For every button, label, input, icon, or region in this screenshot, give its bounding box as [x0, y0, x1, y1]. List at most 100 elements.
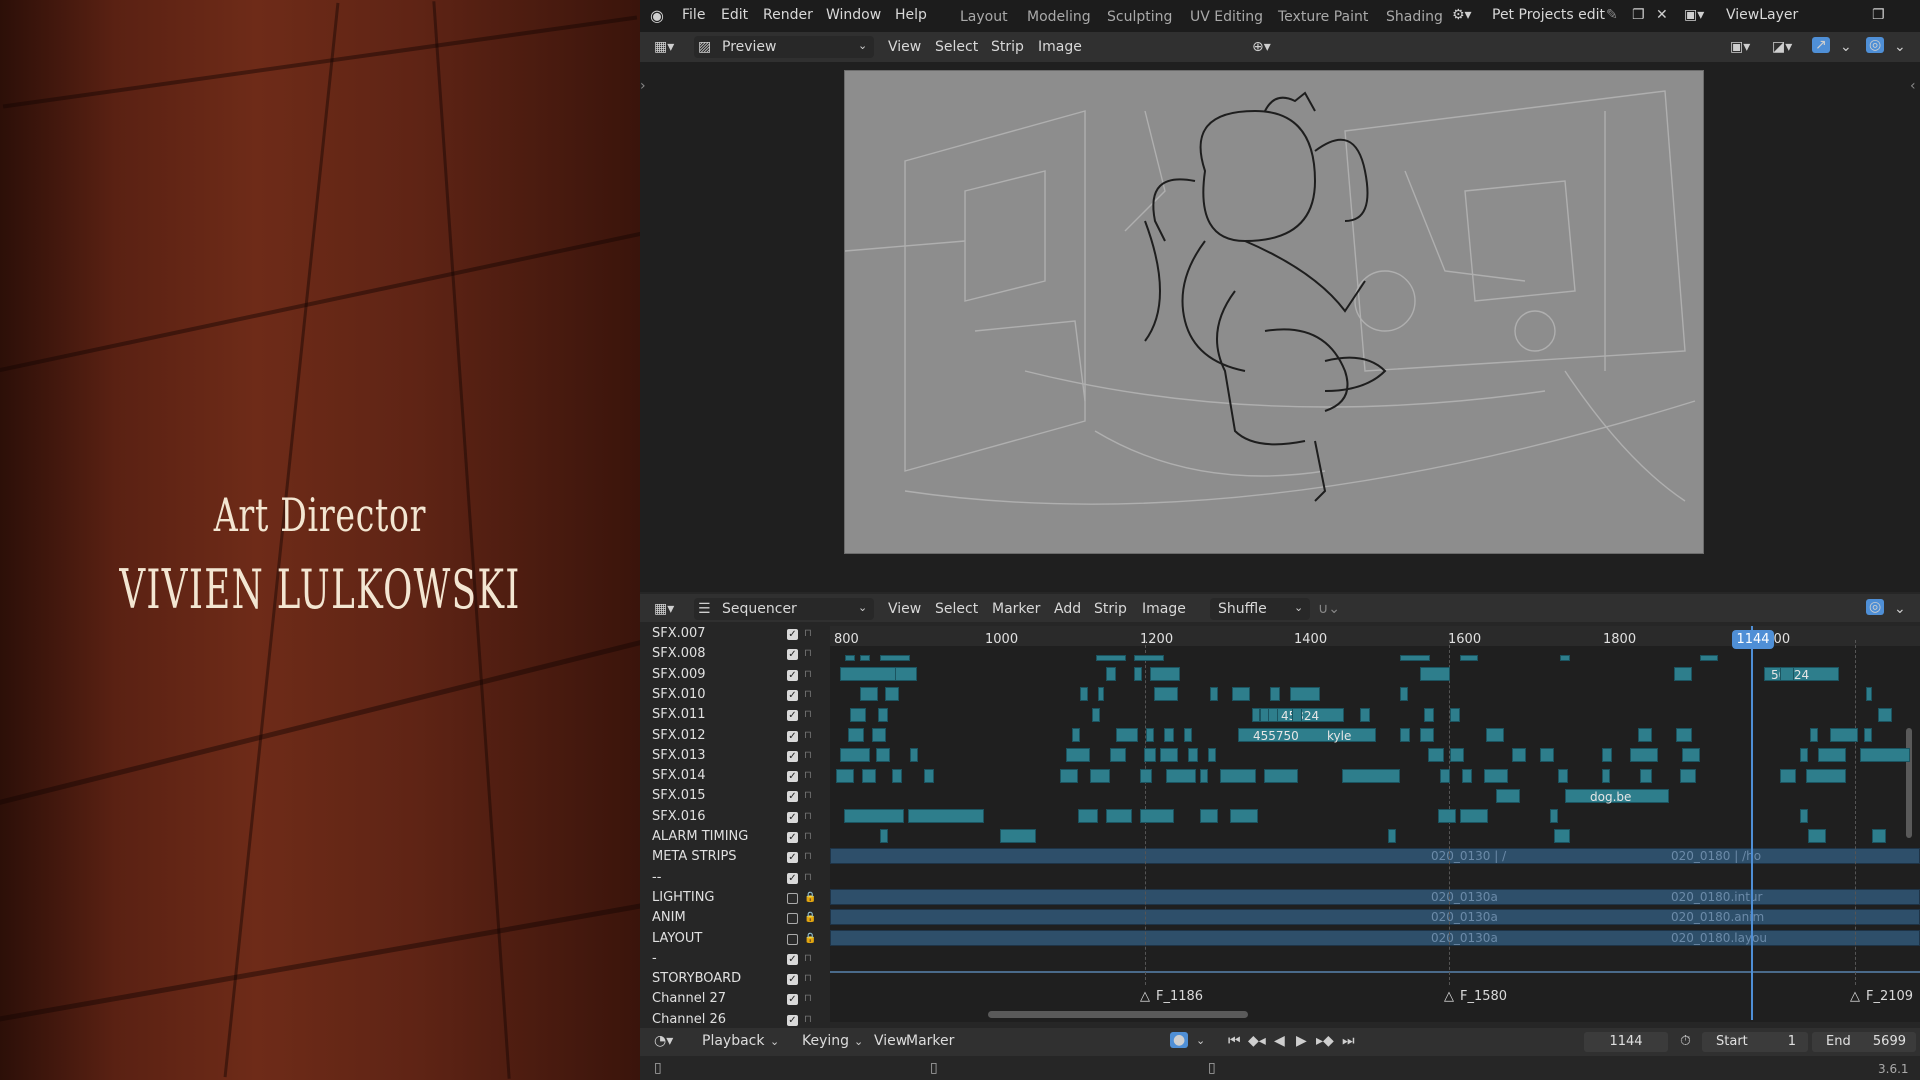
tab-texture-paint[interactable]: Texture Paint: [1278, 9, 1368, 25]
channel-mute-checkbox[interactable]: ✓: [787, 811, 798, 823]
chevron-left-icon[interactable]: ‹: [1910, 78, 1916, 94]
strip[interactable]: [1700, 655, 1718, 661]
preview-menu-image[interactable]: Image: [1038, 39, 1082, 55]
current-frame-field[interactable]: 1144: [1584, 1032, 1668, 1052]
channel-name[interactable]: --: [652, 870, 661, 885]
channel-mute-checkbox[interactable]: ✓: [787, 1014, 798, 1026]
strip[interactable]: [1486, 727, 1504, 742]
strip[interactable]: [1440, 768, 1450, 783]
anim-strip-row[interactable]: 020_0130a 020_0180.anim: [830, 909, 1920, 925]
strip[interactable]: [1460, 809, 1488, 824]
strip[interactable]: [844, 809, 904, 824]
strip[interactable]: [1080, 687, 1088, 702]
strip[interactable]: [840, 667, 900, 681]
timeline[interactable]: [830, 626, 1920, 1022]
strip[interactable]: [1800, 748, 1808, 763]
view-layer-name[interactable]: ViewLayer: [1726, 7, 1798, 23]
channel-name[interactable]: SFX.016: [652, 809, 706, 824]
unlock-icon[interactable]: ⊓: [804, 669, 814, 680]
marker-icon[interactable]: △: [1444, 989, 1454, 1004]
strip[interactable]: [1872, 829, 1886, 844]
strip[interactable]: [924, 768, 934, 783]
strip[interactable]: [1066, 748, 1090, 763]
strip[interactable]: [1680, 768, 1696, 783]
meta-strip-row[interactable]: 020_0130 | / 020_0180 | /ho: [830, 848, 1920, 864]
channel-name[interactable]: SFX.011: [652, 707, 706, 722]
channel-mute-checkbox[interactable]: ✓: [787, 649, 798, 661]
strip[interactable]: [1134, 667, 1142, 681]
strip[interactable]: [860, 687, 878, 702]
channel-name[interactable]: ANIM: [652, 910, 686, 925]
channel-name[interactable]: Channel 27: [652, 991, 726, 1006]
marker-label[interactable]: F_2109: [1866, 989, 1913, 1004]
unlock-icon[interactable]: ⊓: [804, 811, 814, 822]
strip[interactable]: [1860, 748, 1910, 763]
unlock-icon[interactable]: ⊓: [804, 790, 814, 801]
preview-menu-strip[interactable]: Strip: [991, 39, 1024, 55]
tab-uv-editing[interactable]: UV Editing: [1190, 9, 1263, 25]
channel-name[interactable]: LAYOUT: [652, 931, 702, 946]
end-frame-field[interactable]: End 5699: [1812, 1032, 1916, 1052]
display-channel-icon[interactable]: ▣▾: [1730, 39, 1750, 55]
strip[interactable]: [1400, 687, 1408, 702]
strip[interactable]: [1092, 707, 1100, 722]
strip[interactable]: [1450, 748, 1464, 763]
strip[interactable]: [1512, 748, 1526, 763]
strip[interactable]: [836, 768, 854, 783]
strip[interactable]: [1360, 707, 1370, 722]
strip[interactable]: [1878, 707, 1892, 722]
strip[interactable]: [880, 655, 910, 661]
tab-layout[interactable]: Layout: [960, 9, 1008, 25]
strip[interactable]: [1342, 768, 1400, 783]
preview-image[interactable]: [844, 70, 1704, 554]
strip[interactable]: [1098, 687, 1104, 702]
unlock-icon[interactable]: ⊓: [804, 973, 814, 984]
channel-mute-checkbox[interactable]: ✓: [787, 750, 798, 762]
strip[interactable]: [1400, 655, 1430, 661]
channel-mute-checkbox[interactable]: ✓: [787, 669, 798, 681]
snap-icon[interactable]: ∪⌄: [1318, 601, 1340, 617]
strip[interactable]: [1230, 809, 1258, 824]
strip[interactable]: [1808, 829, 1826, 844]
strip[interactable]: [848, 727, 864, 742]
strip[interactable]: [1116, 727, 1138, 742]
scene-name[interactable]: Pet Projects edit: [1492, 7, 1605, 23]
pin-icon[interactable]: ✎: [1606, 7, 1618, 23]
strip[interactable]: [1140, 809, 1174, 824]
strip[interactable]: [1438, 809, 1456, 824]
playhead-line[interactable]: [1751, 626, 1753, 1020]
strip[interactable]: [1450, 707, 1460, 722]
strip[interactable]: [1292, 707, 1302, 722]
strip[interactable]: [1602, 768, 1610, 783]
strip[interactable]: [1264, 768, 1298, 783]
strip[interactable]: 50024: [1764, 667, 1839, 682]
unlock-icon[interactable]: ⊓: [804, 831, 814, 842]
unlock-icon[interactable]: ⊓: [804, 628, 814, 639]
strip[interactable]: [1106, 809, 1132, 824]
strip[interactable]: [1188, 748, 1198, 763]
strip[interactable]: [1096, 655, 1126, 661]
channel-mute-checkbox[interactable]: [787, 913, 798, 925]
strip[interactable]: [1140, 768, 1152, 783]
strip[interactable]: [878, 707, 888, 722]
overlay-type-icon[interactable]: ◪▾: [1772, 39, 1792, 55]
play-reverse-icon[interactable]: ◀: [1274, 1033, 1285, 1049]
strip[interactable]: [862, 768, 876, 783]
strip[interactable]: [1220, 768, 1256, 783]
channel-name[interactable]: LIGHTING: [652, 890, 715, 905]
strip[interactable]: [1000, 829, 1036, 844]
strip[interactable]: [895, 667, 917, 681]
editor-type-icon[interactable]: ▦▾: [654, 601, 674, 617]
unlock-icon[interactable]: ⊓: [804, 1014, 814, 1025]
strip[interactable]: [1110, 748, 1126, 763]
menu-keying[interactable]: Keying: [802, 1033, 849, 1049]
strip[interactable]: [1810, 727, 1818, 742]
strip[interactable]: [1558, 768, 1568, 783]
jump-keyframe-back-icon[interactable]: ◆◂: [1248, 1033, 1266, 1049]
strip[interactable]: [892, 768, 902, 783]
editor-type-icon[interactable]: ▦▾: [654, 39, 674, 55]
strip[interactable]: [1200, 809, 1218, 824]
unlock-icon[interactable]: ⊓: [804, 689, 814, 700]
channel-mute-checkbox[interactable]: ✓: [787, 872, 798, 884]
menu-playback[interactable]: Playback: [702, 1033, 764, 1049]
